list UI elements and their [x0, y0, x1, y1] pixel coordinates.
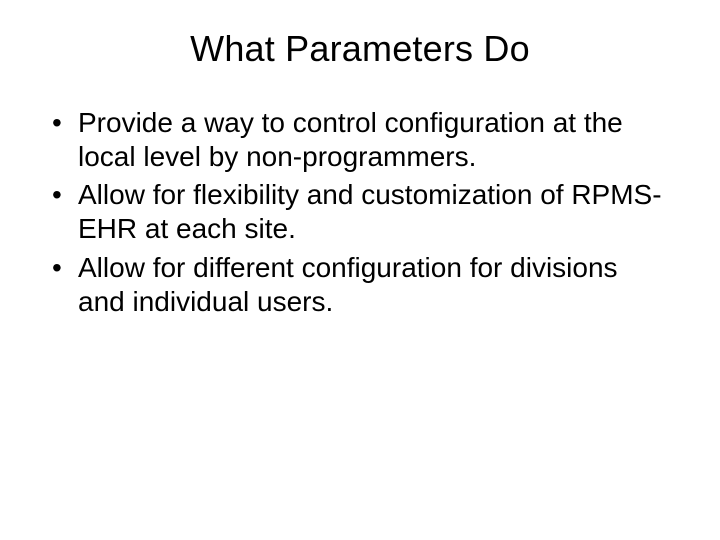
slide-title: What Parameters Do	[40, 28, 680, 70]
list-item: Allow for flexibility and customization …	[48, 178, 670, 246]
list-item: Provide a way to control configuration a…	[48, 106, 670, 174]
list-item: Allow for different configuration for di…	[48, 251, 670, 319]
bullet-list: Provide a way to control configuration a…	[40, 106, 680, 319]
slide: What Parameters Do Provide a way to cont…	[0, 0, 720, 540]
